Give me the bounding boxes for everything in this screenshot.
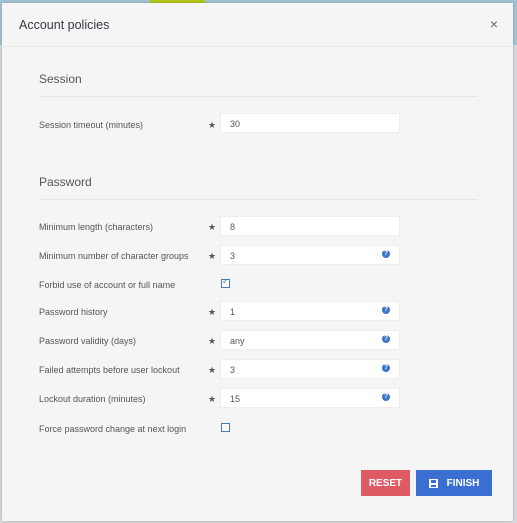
help-icon[interactable]: ?: [382, 364, 390, 372]
finish-label: FINISH: [446, 477, 480, 489]
input-value: 8: [230, 222, 236, 232]
required-icon: ★: [208, 222, 217, 232]
label-password-history: Password history: [39, 307, 108, 317]
required-icon: ★: [208, 120, 217, 130]
required-icon: ★: [208, 307, 217, 317]
save-icon: [428, 478, 438, 488]
input-value: 15: [230, 394, 241, 404]
help-icon[interactable]: ?: [382, 393, 390, 401]
help-icon[interactable]: ?: [382, 306, 390, 314]
help-icon[interactable]: ?: [382, 335, 390, 343]
label-session-timeout: Session timeout (minutes): [39, 120, 144, 130]
session-timeout-input[interactable]: 30: [220, 113, 400, 133]
label-force-password-change: Force password change at next login: [39, 424, 187, 434]
section-title-password: Password: [39, 175, 92, 189]
required-icon: ★: [208, 336, 217, 346]
forbid-account-name-checkbox[interactable]: ✓: [221, 277, 230, 288]
label-character-groups: Minimum number of character groups: [39, 251, 189, 261]
input-value: 3: [230, 251, 236, 261]
label-lockout-duration: Lockout duration (minutes): [39, 394, 146, 404]
close-icon[interactable]: ×: [490, 17, 498, 31]
divider: [39, 199, 478, 200]
force-password-change-checkbox[interactable]: [221, 423, 230, 432]
label-forbid-account-name: Forbid use of account or full name: [39, 280, 176, 290]
check-icon: ✓: [222, 277, 229, 286]
finish-button[interactable]: FINISH: [416, 470, 492, 496]
lockout-duration-input[interactable]: 15 ?: [220, 388, 400, 408]
reset-label: RESET: [368, 477, 403, 489]
input-value: 30: [230, 119, 241, 129]
help-icon[interactable]: ?: [382, 250, 390, 258]
required-icon: ★: [208, 251, 217, 261]
password-validity-input[interactable]: any ?: [220, 330, 400, 350]
label-minimum-length: Minimum length (characters): [39, 222, 154, 232]
divider: [39, 96, 478, 97]
reset-button[interactable]: RESET: [361, 470, 410, 496]
input-value: 1: [230, 307, 236, 317]
account-policies-dialog: Account policies × Session Session timeo…: [2, 3, 513, 521]
label-failed-attempts: Failed attempts before user lockout: [39, 365, 180, 375]
dialog-header: Account policies ×: [2, 3, 513, 47]
input-value: any: [230, 336, 245, 346]
required-icon: ★: [208, 394, 217, 404]
input-value: 3: [230, 365, 236, 375]
label-password-validity: Password validity (days): [39, 336, 137, 346]
password-history-input[interactable]: 1 ?: [220, 301, 400, 321]
minimum-length-input[interactable]: 8: [220, 216, 400, 236]
failed-attempts-input[interactable]: 3 ?: [220, 359, 400, 379]
section-title-session: Session: [39, 72, 82, 86]
required-icon: ★: [208, 365, 217, 375]
character-groups-input[interactable]: 3 ?: [220, 245, 400, 265]
dialog-title: Account policies: [19, 18, 110, 32]
